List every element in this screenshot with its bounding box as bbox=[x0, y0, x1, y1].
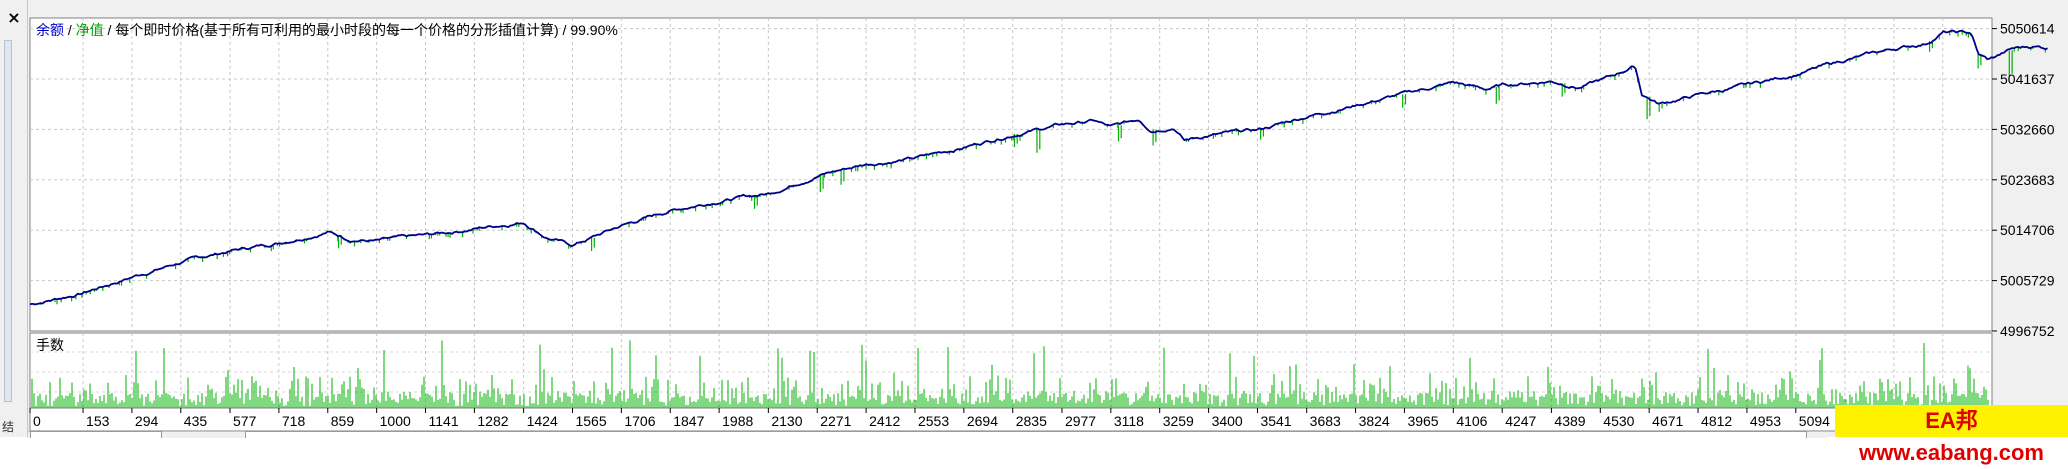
y-tick-label: 4996752 bbox=[2000, 323, 2055, 339]
x-tick-label: 4247 bbox=[1505, 413, 1536, 429]
x-tick-label: 435 bbox=[184, 413, 208, 429]
x-tick-label: 0 bbox=[33, 413, 41, 429]
y-axis-ticks: 5050614 5041637 5032660 5023683 5014706 50057… bbox=[1992, 21, 2055, 339]
x-tick-label: 3118 bbox=[1114, 413, 1144, 429]
x-tick-label: 4953 bbox=[1750, 413, 1781, 429]
x-tick-label: 3965 bbox=[1407, 413, 1438, 429]
y-tick-label: 5032660 bbox=[2000, 121, 2055, 137]
watermark-logo: EA邦www.eabang.com bbox=[1835, 405, 2068, 465]
x-tick-label: 4812 bbox=[1701, 413, 1732, 429]
title-separator: / bbox=[64, 22, 76, 38]
y-tick-label: 5023683 bbox=[2000, 172, 2055, 188]
tester-graph-window: × 结 5050614 5041637 5032660 5023683 5014706 5… bbox=[0, 0, 2068, 465]
x-tick-label: 2412 bbox=[869, 413, 900, 429]
x-tick-label: 1000 bbox=[380, 413, 411, 429]
lots-panel-title: 手数 bbox=[36, 337, 64, 353]
x-tick-label: 153 bbox=[86, 413, 110, 429]
y-tick-label: 5014706 bbox=[2000, 222, 2055, 238]
x-tick-label: 2694 bbox=[967, 413, 998, 429]
x-tick-label: 2553 bbox=[918, 413, 949, 429]
x-tick-label: 3259 bbox=[1163, 413, 1194, 429]
y-tick-label: 5005729 bbox=[2000, 273, 2055, 289]
legend-balance: 余额 bbox=[36, 22, 64, 38]
x-tick-label: 4671 bbox=[1652, 413, 1683, 429]
x-tick-label: 2977 bbox=[1065, 413, 1096, 429]
x-tick-label: 4530 bbox=[1603, 413, 1634, 429]
x-tick-label: 718 bbox=[282, 413, 306, 429]
x-tick-label: 3541 bbox=[1260, 413, 1291, 429]
x-tick-label: 4106 bbox=[1456, 413, 1487, 429]
title-separator: / bbox=[104, 22, 116, 38]
x-tick-label: 2130 bbox=[771, 413, 802, 429]
x-tick-label: 1847 bbox=[673, 413, 704, 429]
x-tick-label: 2271 bbox=[820, 413, 851, 429]
x-tick-label: 3683 bbox=[1310, 413, 1341, 429]
x-tick-label: 1988 bbox=[722, 413, 753, 429]
x-tick-label: 2835 bbox=[1016, 413, 1047, 429]
x-tick-label: 1141 bbox=[429, 413, 459, 429]
legend-equity: 净值 bbox=[76, 22, 104, 38]
x-tick-label: 4389 bbox=[1554, 413, 1585, 429]
x-tick-label: 294 bbox=[135, 413, 159, 429]
x-tick-label: 1706 bbox=[624, 413, 655, 429]
title-description: 每个即时价格(基于所有可利用的最小时段的每一个价格的分形插值计算) / 99.9… bbox=[115, 22, 617, 38]
y-tick-label: 5041637 bbox=[2000, 71, 2055, 87]
x-tick-label: 1565 bbox=[575, 413, 606, 429]
equity-chart: 5050614 5041637 5032660 5023683 5014706 50057… bbox=[29, 17, 2055, 432]
chart-title: 余额 / 净值 / 每个即时价格(基于所有可利用的最小时段的每一个价格的分形插值… bbox=[36, 22, 618, 38]
y-tick-label: 5050614 bbox=[2000, 21, 2055, 37]
x-tick-label: 3824 bbox=[1359, 413, 1390, 429]
x-tick-label: 3400 bbox=[1212, 413, 1243, 429]
x-tick-label: 577 bbox=[233, 413, 257, 429]
x-tick-label: 1282 bbox=[477, 413, 508, 429]
x-tick-label: 5094 bbox=[1799, 413, 1830, 429]
x-tick-label: 859 bbox=[331, 413, 355, 429]
x-tick-label: 1424 bbox=[527, 413, 558, 429]
